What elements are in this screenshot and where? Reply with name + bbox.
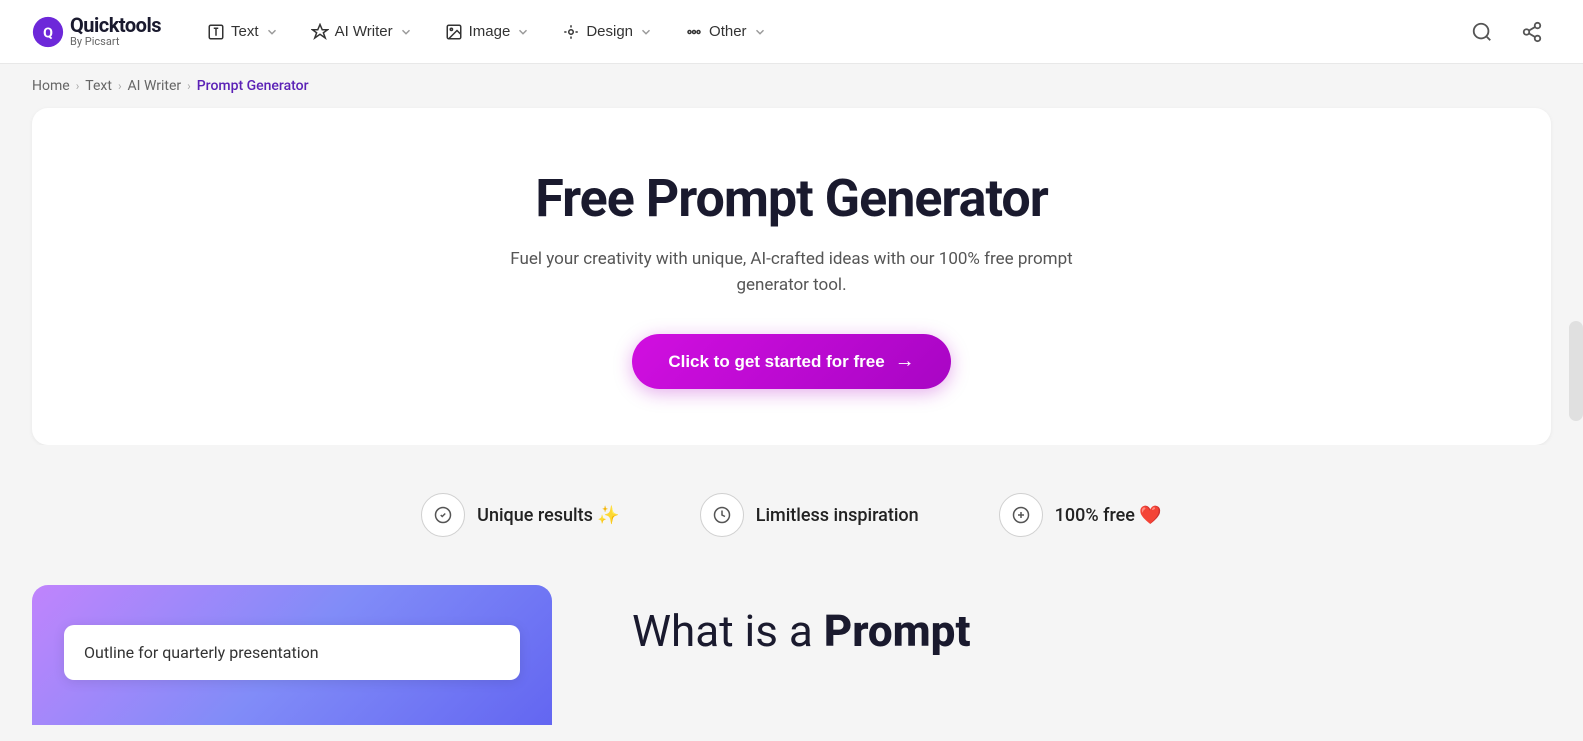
hero-subtitle: Fuel your creativity with unique, AI-cra…	[482, 247, 1102, 298]
feature-free: 100% free ❤️	[999, 493, 1162, 537]
tag-icon	[1012, 506, 1030, 524]
free-icon-circle	[999, 493, 1043, 537]
ai-writer-icon	[311, 23, 329, 41]
feature-limitless: Limitless inspiration	[700, 493, 919, 537]
breadcrumb-sep-3: ›	[187, 79, 191, 93]
cta-button[interactable]: Click to get started for free →	[632, 334, 950, 389]
features-strip: Unique results ✨ Limitless inspiration 1…	[0, 445, 1583, 585]
logo-main-text: Quicktools	[70, 14, 161, 36]
share-button[interactable]	[1513, 13, 1551, 51]
feature-unique-label: Unique results ✨	[477, 505, 620, 526]
unique-icon-circle	[421, 493, 465, 537]
prompt-input-display[interactable]: Outline for quarterly presentation	[64, 625, 520, 680]
logo-sub-text: By Picsart	[70, 36, 161, 48]
logo-icon: Q	[32, 16, 64, 48]
cta-label: Click to get started for free	[668, 352, 884, 372]
hero-section: Free Prompt Generator Fuel your creativi…	[32, 108, 1551, 445]
nav-menu: Text AI Writer Image	[193, 15, 1455, 49]
breadcrumb-sep-1: ›	[76, 79, 80, 93]
what-is-bold: Prompt	[824, 605, 971, 657]
bottom-section: Outline for quarterly presentation What …	[0, 585, 1583, 725]
nav-item-other[interactable]: Other	[671, 15, 781, 49]
nav-image-label: Image	[469, 23, 511, 40]
limitless-icon-circle	[700, 493, 744, 537]
nav-other-label: Other	[709, 23, 747, 40]
hero-title: Free Prompt Generator	[64, 168, 1519, 229]
scrollbar[interactable]	[1569, 321, 1583, 421]
image-icon	[445, 23, 463, 41]
breadcrumb-sep-2: ›	[118, 79, 122, 93]
design-icon	[562, 23, 580, 41]
what-is-normal: What is a	[632, 605, 824, 657]
nav-design-label: Design	[586, 23, 633, 40]
bottom-left-card: Outline for quarterly presentation	[32, 585, 552, 725]
breadcrumb-current: Prompt Generator	[197, 78, 309, 94]
checkmark-icon	[434, 506, 452, 524]
search-icon	[1471, 21, 1493, 43]
text-icon	[207, 23, 225, 41]
nav-item-text[interactable]: Text	[193, 15, 293, 49]
cta-arrow-icon: →	[895, 350, 915, 373]
nav-item-design[interactable]: Design	[548, 15, 667, 49]
breadcrumb-home[interactable]: Home	[32, 78, 70, 94]
image-chevron-icon	[516, 25, 530, 39]
breadcrumb-ai-writer[interactable]: AI Writer	[128, 78, 182, 94]
navbar: Q Quicktools By Picsart Text AI Writer	[0, 0, 1583, 64]
feature-free-label: 100% free ❤️	[1055, 505, 1162, 526]
logo-link[interactable]: Q Quicktools By Picsart	[32, 14, 161, 48]
svg-text:Q: Q	[43, 25, 53, 41]
breadcrumb-text[interactable]: Text	[85, 78, 112, 94]
what-is-heading: What is a Prompt	[632, 605, 1551, 658]
nav-item-image[interactable]: Image	[431, 15, 545, 49]
share-icon	[1521, 21, 1543, 43]
feature-unique: Unique results ✨	[421, 493, 620, 537]
other-icon	[685, 23, 703, 41]
nav-actions	[1463, 13, 1551, 51]
search-button[interactable]	[1463, 13, 1501, 51]
logo-text: Quicktools By Picsart	[70, 14, 161, 48]
nav-item-ai-writer[interactable]: AI Writer	[297, 15, 427, 49]
nav-text-label: Text	[231, 23, 259, 40]
timer-icon	[713, 506, 731, 524]
ai-writer-chevron-icon	[399, 25, 413, 39]
feature-limitless-label: Limitless inspiration	[756, 505, 919, 526]
other-chevron-icon	[753, 25, 767, 39]
nav-ai-writer-label: AI Writer	[335, 23, 393, 40]
text-chevron-icon	[265, 25, 279, 39]
breadcrumb: Home › Text › AI Writer › Prompt Generat…	[0, 64, 1583, 108]
bottom-right-text: What is a Prompt	[632, 585, 1551, 658]
design-chevron-icon	[639, 25, 653, 39]
